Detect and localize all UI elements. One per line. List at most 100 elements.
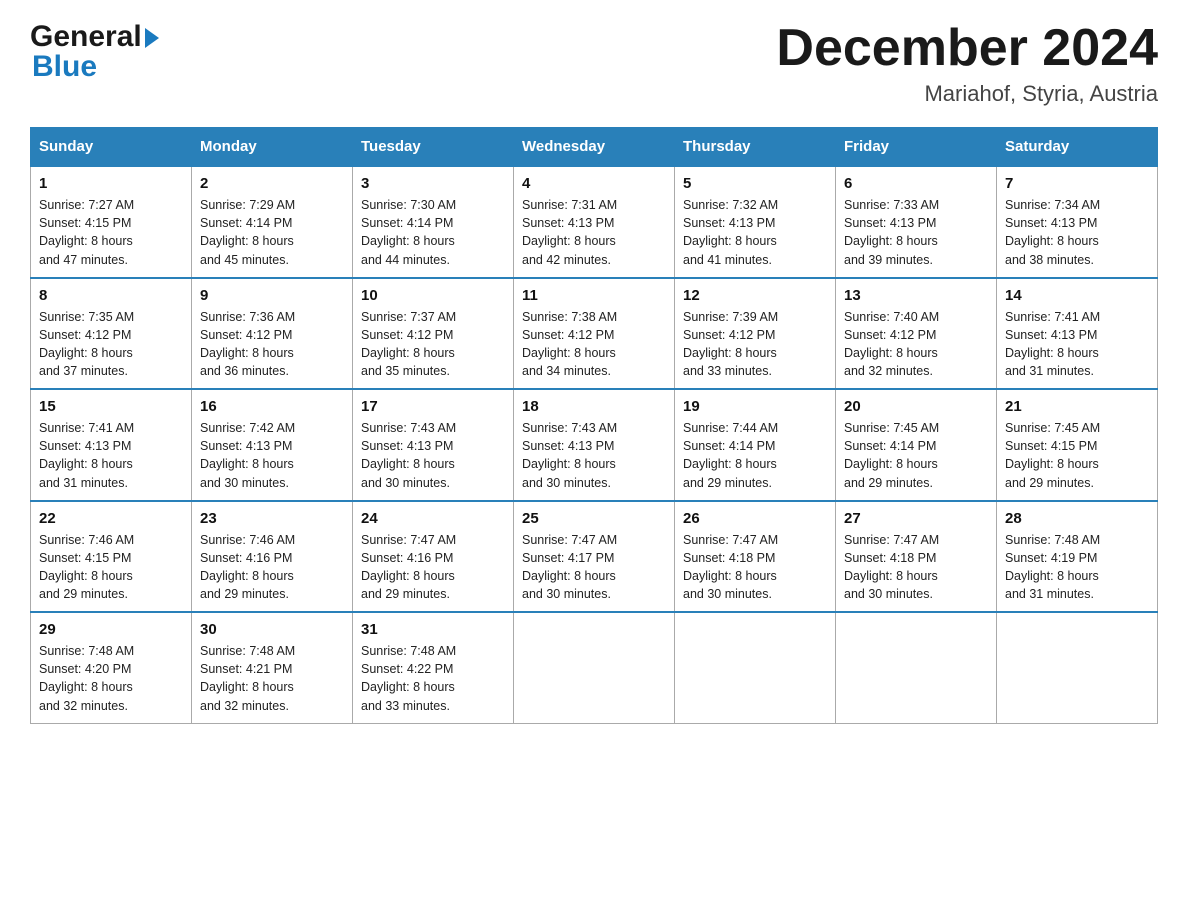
table-row: 29 Sunrise: 7:48 AM Sunset: 4:20 PM Dayl… (31, 612, 192, 723)
day-number: 31 (361, 621, 505, 638)
col-thursday: Thursday (675, 128, 836, 167)
logo-text-general: General (30, 20, 142, 54)
day-number: 24 (361, 510, 505, 527)
day-number: 10 (361, 287, 505, 304)
calendar-week-row: 15 Sunrise: 7:41 AM Sunset: 4:13 PM Dayl… (31, 389, 1158, 501)
day-info: Sunrise: 7:41 AM Sunset: 4:13 PM Dayligh… (1005, 308, 1149, 381)
day-info: Sunrise: 7:47 AM Sunset: 4:17 PM Dayligh… (522, 531, 666, 604)
table-row: 15 Sunrise: 7:41 AM Sunset: 4:13 PM Dayl… (31, 389, 192, 501)
table-row: 6 Sunrise: 7:33 AM Sunset: 4:13 PM Dayli… (836, 166, 997, 278)
day-number: 16 (200, 398, 344, 415)
day-info: Sunrise: 7:46 AM Sunset: 4:16 PM Dayligh… (200, 531, 344, 604)
day-number: 28 (1005, 510, 1149, 527)
table-row: 24 Sunrise: 7:47 AM Sunset: 4:16 PM Dayl… (353, 501, 514, 613)
day-info: Sunrise: 7:42 AM Sunset: 4:13 PM Dayligh… (200, 419, 344, 492)
day-info: Sunrise: 7:32 AM Sunset: 4:13 PM Dayligh… (683, 196, 827, 269)
day-number: 6 (844, 175, 988, 192)
col-sunday: Sunday (31, 128, 192, 167)
table-row: 28 Sunrise: 7:48 AM Sunset: 4:19 PM Dayl… (997, 501, 1158, 613)
day-number: 21 (1005, 398, 1149, 415)
day-number: 3 (361, 175, 505, 192)
calendar-week-row: 22 Sunrise: 7:46 AM Sunset: 4:15 PM Dayl… (31, 501, 1158, 613)
day-number: 20 (844, 398, 988, 415)
col-monday: Monday (192, 128, 353, 167)
table-row: 3 Sunrise: 7:30 AM Sunset: 4:14 PM Dayli… (353, 166, 514, 278)
day-info: Sunrise: 7:48 AM Sunset: 4:22 PM Dayligh… (361, 642, 505, 715)
table-row: 9 Sunrise: 7:36 AM Sunset: 4:12 PM Dayli… (192, 278, 353, 390)
col-saturday: Saturday (997, 128, 1158, 167)
table-row: 13 Sunrise: 7:40 AM Sunset: 4:12 PM Dayl… (836, 278, 997, 390)
logo-text-blue: Blue (30, 50, 159, 84)
table-row: 2 Sunrise: 7:29 AM Sunset: 4:14 PM Dayli… (192, 166, 353, 278)
day-info: Sunrise: 7:47 AM Sunset: 4:18 PM Dayligh… (683, 531, 827, 604)
day-info: Sunrise: 7:33 AM Sunset: 4:13 PM Dayligh… (844, 196, 988, 269)
table-row: 16 Sunrise: 7:42 AM Sunset: 4:13 PM Dayl… (192, 389, 353, 501)
day-info: Sunrise: 7:44 AM Sunset: 4:14 PM Dayligh… (683, 419, 827, 492)
day-number: 29 (39, 621, 183, 638)
day-info: Sunrise: 7:46 AM Sunset: 4:15 PM Dayligh… (39, 531, 183, 604)
day-info: Sunrise: 7:48 AM Sunset: 4:21 PM Dayligh… (200, 642, 344, 715)
day-number: 18 (522, 398, 666, 415)
day-info: Sunrise: 7:47 AM Sunset: 4:18 PM Dayligh… (844, 531, 988, 604)
day-info: Sunrise: 7:39 AM Sunset: 4:12 PM Dayligh… (683, 308, 827, 381)
day-info: Sunrise: 7:45 AM Sunset: 4:14 PM Dayligh… (844, 419, 988, 492)
table-row: 5 Sunrise: 7:32 AM Sunset: 4:13 PM Dayli… (675, 166, 836, 278)
table-row: 4 Sunrise: 7:31 AM Sunset: 4:13 PM Dayli… (514, 166, 675, 278)
title-area: December 2024 Mariahof, Styria, Austria (776, 20, 1158, 107)
day-info: Sunrise: 7:43 AM Sunset: 4:13 PM Dayligh… (522, 419, 666, 492)
table-row (514, 612, 675, 723)
table-row: 23 Sunrise: 7:46 AM Sunset: 4:16 PM Dayl… (192, 501, 353, 613)
day-number: 30 (200, 621, 344, 638)
table-row: 19 Sunrise: 7:44 AM Sunset: 4:14 PM Dayl… (675, 389, 836, 501)
day-number: 13 (844, 287, 988, 304)
day-info: Sunrise: 7:30 AM Sunset: 4:14 PM Dayligh… (361, 196, 505, 269)
table-row (675, 612, 836, 723)
day-info: Sunrise: 7:36 AM Sunset: 4:12 PM Dayligh… (200, 308, 344, 381)
day-number: 5 (683, 175, 827, 192)
day-number: 14 (1005, 287, 1149, 304)
day-number: 4 (522, 175, 666, 192)
table-row: 27 Sunrise: 7:47 AM Sunset: 4:18 PM Dayl… (836, 501, 997, 613)
day-info: Sunrise: 7:31 AM Sunset: 4:13 PM Dayligh… (522, 196, 666, 269)
calendar-week-row: 1 Sunrise: 7:27 AM Sunset: 4:15 PM Dayli… (31, 166, 1158, 278)
day-number: 11 (522, 287, 666, 304)
day-info: Sunrise: 7:38 AM Sunset: 4:12 PM Dayligh… (522, 308, 666, 381)
day-info: Sunrise: 7:37 AM Sunset: 4:12 PM Dayligh… (361, 308, 505, 381)
day-info: Sunrise: 7:48 AM Sunset: 4:19 PM Dayligh… (1005, 531, 1149, 604)
day-number: 26 (683, 510, 827, 527)
day-info: Sunrise: 7:47 AM Sunset: 4:16 PM Dayligh… (361, 531, 505, 604)
table-row: 31 Sunrise: 7:48 AM Sunset: 4:22 PM Dayl… (353, 612, 514, 723)
day-info: Sunrise: 7:35 AM Sunset: 4:12 PM Dayligh… (39, 308, 183, 381)
table-row: 22 Sunrise: 7:46 AM Sunset: 4:15 PM Dayl… (31, 501, 192, 613)
table-row: 1 Sunrise: 7:27 AM Sunset: 4:15 PM Dayli… (31, 166, 192, 278)
day-number: 25 (522, 510, 666, 527)
day-number: 22 (39, 510, 183, 527)
day-info: Sunrise: 7:27 AM Sunset: 4:15 PM Dayligh… (39, 196, 183, 269)
table-row: 10 Sunrise: 7:37 AM Sunset: 4:12 PM Dayl… (353, 278, 514, 390)
day-info: Sunrise: 7:45 AM Sunset: 4:15 PM Dayligh… (1005, 419, 1149, 492)
month-year-title: December 2024 (776, 20, 1158, 77)
day-info: Sunrise: 7:40 AM Sunset: 4:12 PM Dayligh… (844, 308, 988, 381)
col-wednesday: Wednesday (514, 128, 675, 167)
table-row: 18 Sunrise: 7:43 AM Sunset: 4:13 PM Dayl… (514, 389, 675, 501)
table-row (997, 612, 1158, 723)
logo-arrow-icon (145, 28, 159, 48)
location-subtitle: Mariahof, Styria, Austria (776, 81, 1158, 107)
day-number: 27 (844, 510, 988, 527)
table-row: 20 Sunrise: 7:45 AM Sunset: 4:14 PM Dayl… (836, 389, 997, 501)
day-number: 23 (200, 510, 344, 527)
table-row (836, 612, 997, 723)
table-row: 14 Sunrise: 7:41 AM Sunset: 4:13 PM Dayl… (997, 278, 1158, 390)
day-info: Sunrise: 7:34 AM Sunset: 4:13 PM Dayligh… (1005, 196, 1149, 269)
table-row: 25 Sunrise: 7:47 AM Sunset: 4:17 PM Dayl… (514, 501, 675, 613)
table-row: 8 Sunrise: 7:35 AM Sunset: 4:12 PM Dayli… (31, 278, 192, 390)
calendar-table: Sunday Monday Tuesday Wednesday Thursday… (30, 127, 1158, 724)
day-number: 8 (39, 287, 183, 304)
page-header: General Blue December 2024 Mariahof, Sty… (30, 20, 1158, 107)
calendar-header-row: Sunday Monday Tuesday Wednesday Thursday… (31, 128, 1158, 167)
table-row: 7 Sunrise: 7:34 AM Sunset: 4:13 PM Dayli… (997, 166, 1158, 278)
day-number: 7 (1005, 175, 1149, 192)
table-row: 21 Sunrise: 7:45 AM Sunset: 4:15 PM Dayl… (997, 389, 1158, 501)
day-number: 19 (683, 398, 827, 415)
day-number: 2 (200, 175, 344, 192)
